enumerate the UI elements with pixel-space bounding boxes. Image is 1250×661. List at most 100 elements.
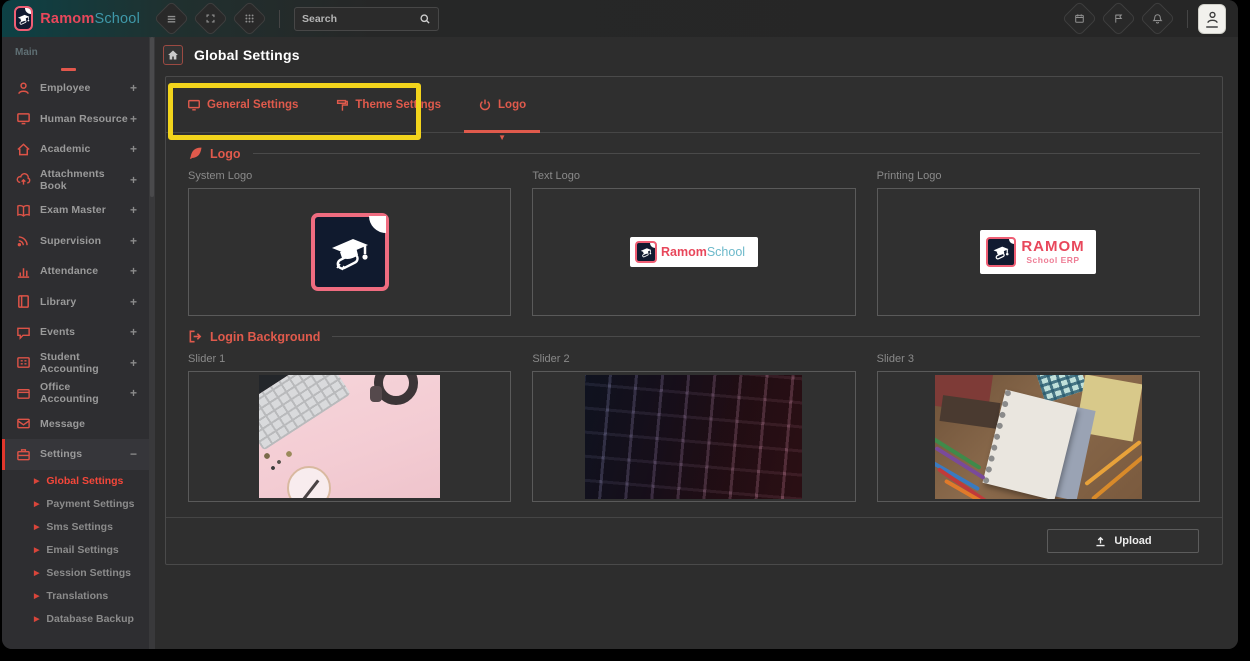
user-icon xyxy=(1205,10,1220,25)
home-icon xyxy=(16,142,31,157)
apps-grid-button[interactable] xyxy=(232,1,267,36)
tab-theme-settings[interactable]: Theme Settings xyxy=(335,77,441,132)
header-actions xyxy=(1060,4,1238,34)
section-rule xyxy=(253,153,1200,154)
caret-right-icon: ▶ xyxy=(34,569,39,577)
monitor-icon xyxy=(16,111,31,126)
header-divider xyxy=(279,10,280,28)
sidebar-subitem-sms-settings[interactable]: ▶Sms Settings xyxy=(2,516,149,539)
section-rule xyxy=(332,336,1200,337)
caret-right-icon: ▶ xyxy=(34,615,39,623)
top-header-bar: RamomSchool xyxy=(2,0,1238,37)
slider2-image xyxy=(585,375,802,499)
logo-section: Logo System Logo Text Lo xyxy=(166,133,1222,316)
fullscreen-button[interactable] xyxy=(193,1,228,36)
sidebar-subitem-global-settings[interactable]: ▶Global Settings xyxy=(2,470,149,493)
logo-cards: System Logo Text Logo xyxy=(188,170,1200,316)
rss-icon xyxy=(16,233,31,248)
user-avatar-button[interactable] xyxy=(1198,4,1226,34)
sidebar-item-student-accounting[interactable]: Student Accounting+ xyxy=(2,348,149,379)
printing-logo-image: RAMOMSchool ERP xyxy=(980,230,1096,274)
panel-footer: Upload xyxy=(166,517,1222,564)
login-background-section: Login Background Slider 1 xyxy=(166,316,1222,502)
bell-icon xyxy=(1152,13,1163,24)
chat-bubble-icon xyxy=(16,325,31,340)
language-flag-button[interactable] xyxy=(1101,1,1136,36)
login-background-header: Login Background xyxy=(188,329,1200,344)
laptop-shape xyxy=(259,375,352,452)
sidebar-item-attendance[interactable]: Attendance+ xyxy=(2,256,149,287)
notifications-button[interactable] xyxy=(1140,1,1175,36)
headphones-shape xyxy=(374,375,418,405)
search-icon[interactable] xyxy=(419,13,431,25)
grid-icon xyxy=(244,13,255,24)
sidebar-subitem-email-settings[interactable]: ▶Email Settings xyxy=(2,539,149,562)
upload-button[interactable]: Upload xyxy=(1047,529,1199,553)
slider3-image xyxy=(935,375,1142,499)
envelope-icon xyxy=(16,416,31,431)
caret-right-icon: ▶ xyxy=(34,477,39,485)
sidebar-item-library[interactable]: Library+ xyxy=(2,287,149,318)
printing-logo-card[interactable]: RAMOMSchool ERP xyxy=(877,188,1200,316)
sidebar-subitem-database-backup[interactable]: ▶Database Backup xyxy=(2,608,149,631)
system-logo-field: System Logo xyxy=(188,170,511,316)
brand-name: RamomSchool xyxy=(40,11,140,27)
wallet-icon xyxy=(16,386,31,401)
header-divider xyxy=(1187,10,1188,28)
slider3-card[interactable] xyxy=(877,371,1200,502)
flag-icon xyxy=(1113,13,1124,24)
sidebar-toggle-button[interactable] xyxy=(154,1,189,36)
sidebar-item-events[interactable]: Events+ xyxy=(2,317,149,348)
slider3-field: Slider 3 xyxy=(877,353,1200,502)
desk-items-shape xyxy=(261,450,295,472)
app-window: RamomSchool xyxy=(2,0,1238,649)
text-logo-card[interactable]: RamomSchool xyxy=(532,188,855,316)
tab-logo[interactable]: Logo ▼ xyxy=(478,77,526,132)
scrollbar-thumb[interactable] xyxy=(150,37,154,197)
sidebar-subitem-translations[interactable]: ▶Translations xyxy=(2,585,149,608)
system-logo-image xyxy=(311,213,389,291)
calendar-icon xyxy=(1074,13,1085,24)
slider1-field: Slider 1 xyxy=(188,353,511,502)
power-icon xyxy=(478,98,492,112)
bar-chart-icon xyxy=(16,264,31,279)
quill-icon xyxy=(188,146,203,161)
briefcase-icon xyxy=(16,447,31,462)
sign-out-icon xyxy=(188,329,203,344)
system-logo-card[interactable] xyxy=(188,188,511,316)
slider2-card[interactable] xyxy=(532,371,855,502)
sidebar-item-employee[interactable]: Employee+ xyxy=(2,73,149,104)
search-input[interactable] xyxy=(302,13,419,25)
sidebar-item-attachments-book[interactable]: Attachments Book+ xyxy=(2,165,149,196)
caret-right-icon: ▶ xyxy=(34,592,39,600)
fullscreen-icon xyxy=(205,13,216,24)
text-logo-image: RamomSchool xyxy=(630,237,758,267)
calendar-button[interactable] xyxy=(1062,1,1097,36)
avatar-caption xyxy=(1206,26,1218,28)
card-grid-icon xyxy=(16,355,31,370)
book-shape xyxy=(939,395,1000,429)
slider2-field: Slider 2 xyxy=(532,353,855,502)
sidebar-item-academic[interactable]: Academic+ xyxy=(2,134,149,165)
tabs-bar: General Settings Theme Settings Logo ▼ xyxy=(166,77,1222,133)
sidebar-item-office-accounting[interactable]: Office Accounting+ xyxy=(2,378,149,409)
tab-general-settings[interactable]: General Settings xyxy=(187,77,298,132)
hamburger-menu-icon xyxy=(166,13,178,25)
brand-logo[interactable]: RamomSchool xyxy=(2,6,152,31)
sidebar-item-message[interactable]: Message xyxy=(2,409,149,440)
sidebar-item-supervision[interactable]: Supervision+ xyxy=(2,226,149,257)
sidebar-item-exam-master[interactable]: Exam Master+ xyxy=(2,195,149,226)
slider1-card[interactable] xyxy=(188,371,511,502)
active-tab-caret: ▼ xyxy=(498,133,506,142)
sidebar-section-label: Main xyxy=(2,37,149,62)
sidebar-nav: Main Employee+ Human Resource+ Academic+… xyxy=(2,37,149,649)
global-search xyxy=(294,7,439,31)
home-icon[interactable] xyxy=(163,45,183,65)
sidebar-item-human-resource[interactable]: Human Resource+ xyxy=(2,104,149,135)
sidebar-subitem-payment-settings[interactable]: ▶Payment Settings xyxy=(2,493,149,516)
caret-right-icon: ▶ xyxy=(34,500,39,508)
sidebar-subitem-session-settings[interactable]: ▶Session Settings xyxy=(2,562,149,585)
sidebar-item-settings[interactable]: Settings− xyxy=(2,439,149,470)
caret-right-icon: ▶ xyxy=(34,546,39,554)
open-book-icon xyxy=(16,203,31,218)
